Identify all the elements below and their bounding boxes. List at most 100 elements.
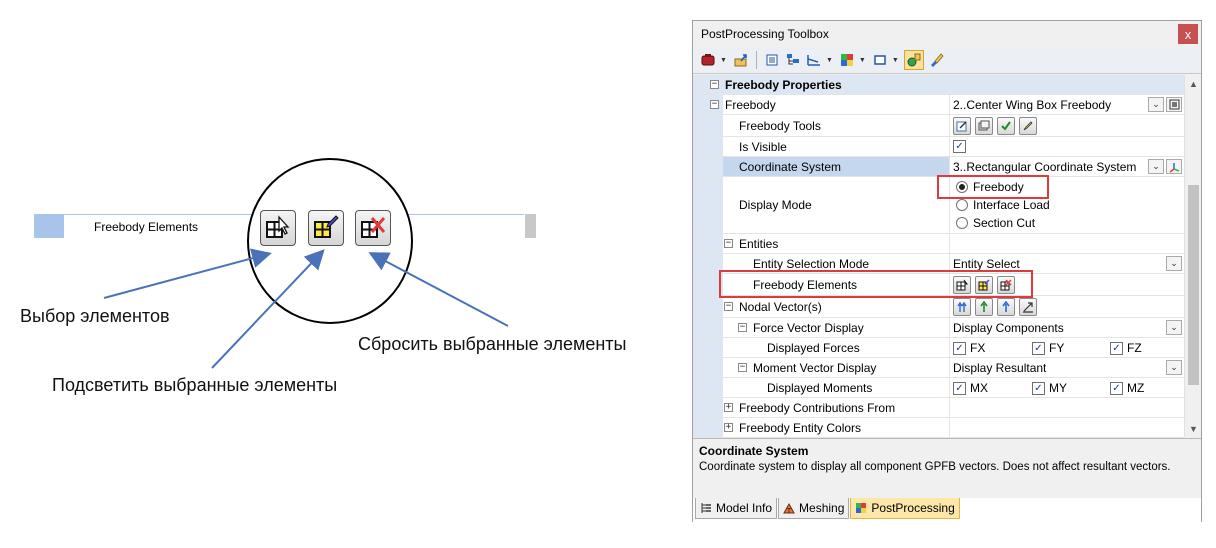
select-elements-icon[interactable] bbox=[260, 210, 296, 246]
callout-reset: Сбросить выбранные элементы bbox=[358, 334, 627, 354]
chevron-down-icon[interactable]: ⌄ bbox=[1148, 159, 1164, 174]
display-mode-option-interface-load[interactable]: Interface Load bbox=[956, 198, 1050, 212]
brush-icon[interactable] bbox=[927, 51, 945, 69]
collapse-icon[interactable]: − bbox=[724, 239, 733, 248]
category-freebody-properties[interactable]: − Freebody Properties bbox=[693, 75, 1184, 95]
moment-vector-display-select[interactable]: Display Resultant ⌄ bbox=[949, 358, 1184, 377]
radio-section-cut[interactable] bbox=[956, 217, 968, 229]
validate-icon[interactable] bbox=[997, 116, 1015, 135]
mx-checkbox[interactable]: ✓ bbox=[953, 381, 966, 395]
fz-checkbox[interactable]: ✓ bbox=[1110, 341, 1123, 355]
contour-icon[interactable] bbox=[838, 51, 856, 69]
chevron-down-icon[interactable]: ⌄ bbox=[1166, 320, 1182, 335]
chevron-down-icon[interactable]: ⌄ bbox=[1166, 256, 1182, 271]
collapse-icon[interactable]: − bbox=[710, 80, 719, 89]
radio-freebody[interactable] bbox=[956, 181, 968, 193]
row-freebody-contributions[interactable]: + Freebody Contributions From bbox=[693, 398, 1184, 418]
fy-checkbox[interactable]: ✓ bbox=[1032, 341, 1045, 355]
row-freebody-elements[interactable]: Freebody Elements bbox=[693, 274, 1184, 296]
entity-selection-mode-select[interactable]: Entity Select ⌄ bbox=[949, 254, 1184, 273]
is-visible-checkbox[interactable]: ✓ bbox=[953, 140, 966, 153]
chevron-down-icon[interactable]: ▼ bbox=[826, 57, 833, 64]
mesh-icon bbox=[783, 502, 795, 514]
moment-vector-display-value: Display Resultant bbox=[953, 360, 1047, 375]
collapse-icon[interactable]: − bbox=[738, 323, 747, 332]
load-results-icon[interactable] bbox=[699, 51, 717, 69]
row-freebody[interactable]: − Freebody 2..Center Wing Box Freebody ⌄ bbox=[693, 95, 1184, 115]
scroll-thumb[interactable] bbox=[1188, 185, 1199, 385]
highlight-freebody-icon[interactable] bbox=[1019, 116, 1037, 135]
edit-freebody-icon[interactable] bbox=[953, 116, 971, 135]
row-moment-vector-display[interactable]: − Moment Vector Display Display Resultan… bbox=[693, 358, 1184, 378]
deformation-icon[interactable] bbox=[805, 51, 823, 69]
force-vector-display-select[interactable]: Display Components ⌄ bbox=[949, 318, 1184, 337]
row-is-visible[interactable]: Is Visible ✓ bbox=[693, 137, 1184, 157]
tree-view-icon[interactable] bbox=[784, 51, 802, 69]
chevron-down-icon[interactable]: ▼ bbox=[892, 57, 899, 64]
radio-interface-load[interactable] bbox=[956, 199, 968, 211]
row-display-mode[interactable]: Display Mode Freebody Interface Load Sec… bbox=[693, 177, 1184, 234]
row-freebody-entity-colors[interactable]: + Freebody Entity Colors bbox=[693, 418, 1184, 438]
expand-icon[interactable]: + bbox=[724, 423, 733, 432]
row-force-vector-display[interactable]: − Force Vector Display Display Component… bbox=[693, 318, 1184, 338]
tab-model-info[interactable]: Model Info bbox=[695, 498, 778, 519]
reset-elements-icon[interactable] bbox=[997, 275, 1015, 294]
freebody-view-icon[interactable] bbox=[1166, 97, 1182, 112]
row-freebody-tools[interactable]: Freebody Tools bbox=[693, 115, 1184, 137]
expand-icon[interactable]: + bbox=[724, 403, 733, 412]
collapse-icon[interactable]: − bbox=[724, 302, 733, 311]
tab-label: Model Info bbox=[716, 501, 773, 515]
coordinate-system-value: 3..Rectangular Coordinate System bbox=[953, 159, 1137, 174]
row-nodal-vectors[interactable]: − Nodal Vector(s) bbox=[693, 296, 1184, 318]
highlight-elements-icon[interactable] bbox=[975, 275, 993, 294]
row-gutter bbox=[693, 115, 723, 136]
chevron-down-icon[interactable]: ⌄ bbox=[1148, 97, 1164, 112]
export-icon[interactable] bbox=[732, 51, 750, 69]
scroll-up-icon[interactable]: ▲ bbox=[1185, 75, 1202, 92]
row-displayed-moments[interactable]: Displayed Moments ✓ MX ✓ MY ✓ MZ bbox=[693, 378, 1184, 398]
axes-icon[interactable] bbox=[1166, 159, 1182, 174]
chevron-down-icon[interactable]: ▼ bbox=[720, 57, 727, 64]
close-button[interactable]: x bbox=[1178, 24, 1198, 44]
scroll-down-icon[interactable]: ▼ bbox=[1185, 420, 1202, 437]
mz-toggle[interactable]: ✓ MZ bbox=[1110, 381, 1144, 395]
vectors-up-icon[interactable] bbox=[953, 297, 971, 316]
fz-toggle[interactable]: ✓ FZ bbox=[1110, 341, 1142, 355]
frame-icon[interactable] bbox=[871, 51, 889, 69]
collapse-icon[interactable]: − bbox=[738, 363, 747, 372]
my-checkbox[interactable]: ✓ bbox=[1032, 381, 1045, 395]
row-coordinate-system[interactable]: + Coordinate System 3..Rectangular Coord… bbox=[693, 157, 1184, 177]
coordinate-system-select[interactable]: 3..Rectangular Coordinate System ⌄ bbox=[949, 157, 1184, 176]
reset-elements-icon[interactable] bbox=[355, 210, 391, 246]
tab-postprocessing[interactable]: PostProcessing bbox=[850, 498, 960, 519]
highlight-elements-icon[interactable] bbox=[308, 210, 344, 246]
fx-toggle[interactable]: ✓ FX bbox=[953, 341, 985, 355]
freebody-select[interactable]: 2..Center Wing Box Freebody ⌄ bbox=[949, 95, 1184, 114]
vector-diagonal-icon[interactable] bbox=[1019, 297, 1037, 316]
fx-checkbox[interactable]: ✓ bbox=[953, 341, 966, 355]
fz-label: FZ bbox=[1127, 341, 1142, 355]
grid-scrollbar[interactable]: ▲ ▼ bbox=[1184, 75, 1201, 437]
vector-up-icon[interactable] bbox=[975, 297, 993, 316]
fy-toggle[interactable]: ✓ FY bbox=[1032, 341, 1064, 355]
row-entities[interactable]: − Entities bbox=[693, 234, 1184, 254]
chevron-down-icon[interactable]: ▼ bbox=[859, 57, 866, 64]
display-mode-option-section-cut[interactable]: Section Cut bbox=[956, 216, 1035, 230]
entity-colors-value bbox=[949, 418, 1184, 437]
freebody-tool-icon[interactable] bbox=[903, 50, 924, 70]
vector-blue-up-icon[interactable] bbox=[997, 297, 1015, 316]
results-settings-icon[interactable] bbox=[763, 51, 781, 69]
select-elements-icon[interactable] bbox=[953, 275, 971, 294]
row-displayed-forces[interactable]: Displayed Forces ✓ FX ✓ FY ✓ FZ bbox=[693, 338, 1184, 358]
tab-meshing[interactable]: Meshing bbox=[778, 498, 850, 519]
display-mode-option-freebody[interactable]: Freebody bbox=[956, 180, 1024, 194]
my-toggle[interactable]: ✓ MY bbox=[1032, 381, 1067, 395]
chevron-down-icon[interactable]: ⌄ bbox=[1166, 360, 1182, 375]
mx-toggle[interactable]: ✓ MX bbox=[953, 381, 988, 395]
panel-title: PostProcessing Toolbox bbox=[701, 27, 829, 41]
copy-freebody-icon[interactable] bbox=[975, 116, 993, 135]
mz-checkbox[interactable]: ✓ bbox=[1110, 381, 1123, 395]
row-entity-selection-mode[interactable]: Entity Selection Mode Entity Select ⌄ bbox=[693, 254, 1184, 274]
contour-icon bbox=[856, 503, 867, 513]
collapse-icon[interactable]: − bbox=[710, 100, 719, 109]
